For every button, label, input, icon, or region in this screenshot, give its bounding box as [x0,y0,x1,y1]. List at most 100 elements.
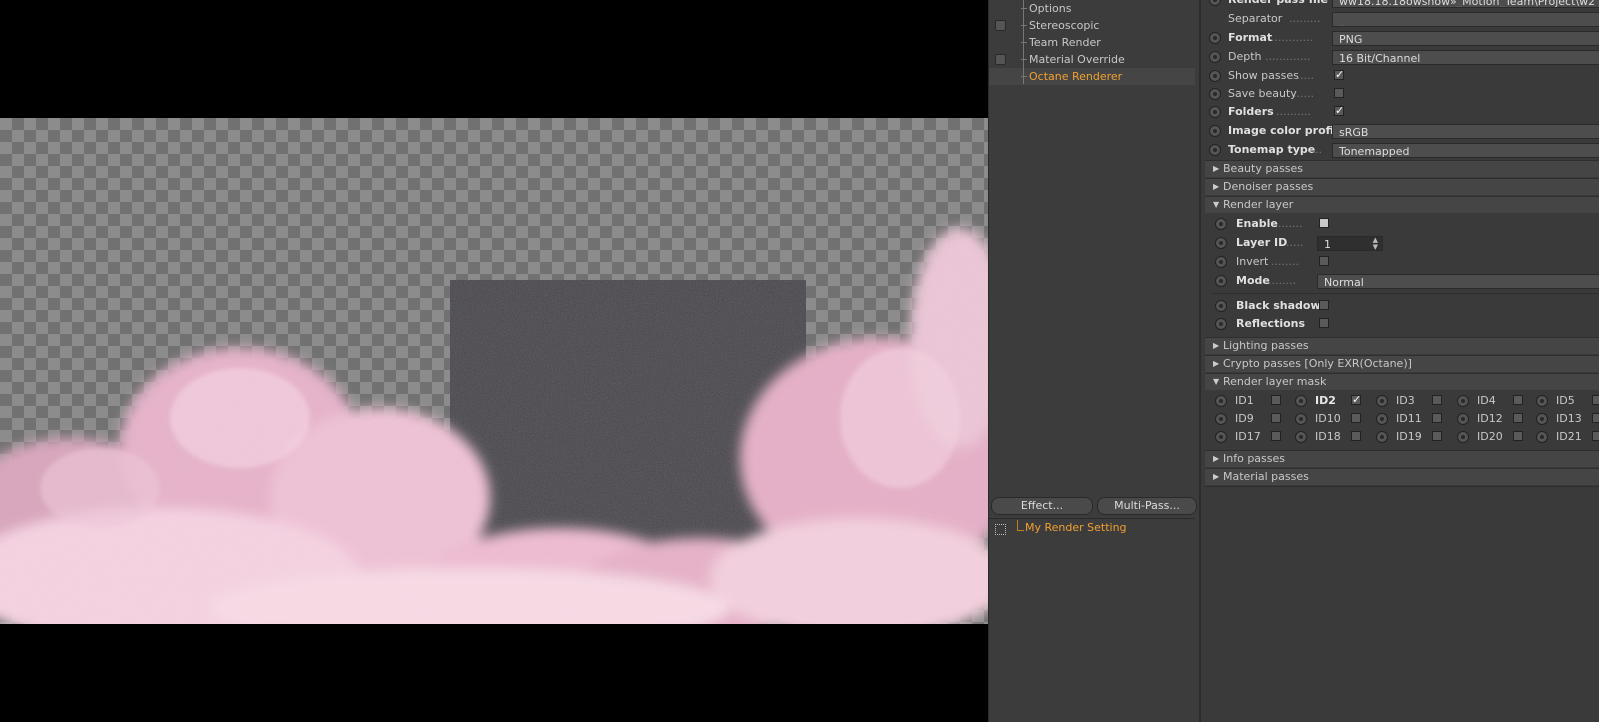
keyframe-radio[interactable] [1536,431,1548,443]
section-title: Material passes [1223,470,1309,483]
render-settings-tree-panel: Options Stereoscopic Team Render Materia… [988,0,1199,722]
mask-id-checkbox[interactable] [1592,413,1599,423]
format-select[interactable]: PNG [1332,31,1599,46]
tree-item-checkbox[interactable] [995,20,1006,31]
enable-label: Enable [1236,217,1278,230]
mask-id-checkbox[interactable] [1592,395,1599,405]
mask-id-checkbox[interactable] [1513,431,1523,441]
keyframe-radio[interactable] [1457,431,1469,443]
keyframe-radio[interactable] [1536,413,1548,425]
keyframe-radio[interactable] [1209,144,1221,156]
mask-id-checkbox[interactable] [1592,431,1599,441]
folders-checkbox[interactable]: ✓ [1334,105,1344,116]
mask-id-checkbox[interactable] [1351,413,1361,423]
divider [1211,293,1599,294]
enable-checkbox[interactable] [1319,218,1329,228]
expand-triangle-icon: ▶ [1213,359,1220,368]
section-crypto-passes[interactable]: ▶ Crypto passes [Only EXR(Octane)] [1205,355,1599,372]
tree-item-material-override[interactable]: Material Override [989,51,1195,68]
render-viewport[interactable] [0,0,988,722]
divider [1205,486,1599,487]
section-beauty-passes[interactable]: ▶ Beauty passes [1205,160,1599,177]
tonemap-type-select[interactable]: Tonemapped [1332,143,1599,158]
keyframe-radio[interactable] [1376,431,1388,443]
section-title: Lighting passes [1223,339,1309,352]
layer-id-input[interactable]: 1 ▲ ▼ [1317,236,1383,251]
image-color-profile-select[interactable]: sRGB [1332,124,1599,139]
section-info-passes[interactable]: ▶ Info passes [1205,450,1599,467]
separator-input[interactable]: _ [1332,12,1599,27]
mask-id-checkbox[interactable] [1513,395,1523,405]
save-beauty-checkbox[interactable] [1334,88,1344,98]
black-shadows-checkbox[interactable] [1319,300,1329,310]
section-denoiser-passes[interactable]: ▶ Denoiser passes [1205,178,1599,195]
keyframe-radio[interactable] [1209,0,1221,6]
tree-item-options[interactable]: Options [989,0,1195,17]
keyframe-radio[interactable] [1295,431,1307,443]
keyframe-radio[interactable] [1215,218,1227,230]
render-pass-file-input[interactable]: ww18.18.18owshow»_Motion_Team\Project\w2 [1332,0,1599,8]
mask-id-label: ID3 [1396,394,1415,407]
render-pass-file-row: Render pass file ww18.18.18owshow»_Motio… [1201,0,1599,9]
reflections-row: Reflections [1201,315,1599,333]
keyframe-radio[interactable] [1215,413,1227,425]
effect-button[interactable]: Effect... [991,497,1093,515]
multi-pass-button[interactable]: Multi-Pass... [1097,497,1197,515]
keyframe-radio[interactable] [1457,395,1469,407]
mask-id-checkbox[interactable] [1271,413,1281,423]
keyframe-radio[interactable] [1209,125,1221,137]
keyframe-radio[interactable] [1209,106,1221,118]
section-render-layer[interactable]: ▼ Render layer [1205,196,1599,213]
mask-id-checkbox[interactable] [1432,431,1442,441]
mask-id-checkbox[interactable] [1432,413,1442,423]
keyframe-radio[interactable] [1215,256,1227,268]
keyframe-radio[interactable] [1215,318,1227,330]
section-title: Render layer [1223,198,1294,211]
mask-id-checkbox[interactable] [1271,431,1281,441]
keyframe-radio[interactable] [1215,237,1227,249]
keyframe-radio[interactable] [1209,32,1221,44]
reflections-checkbox[interactable] [1319,318,1329,328]
mode-select[interactable]: Normal [1317,274,1599,289]
tree-connector-icon [1017,520,1024,531]
keyframe-radio[interactable] [1457,413,1469,425]
invert-checkbox[interactable] [1319,256,1329,266]
keyframe-radio[interactable] [1215,395,1227,407]
mask-id-checkbox[interactable] [1513,413,1523,423]
expand-triangle-icon: ▶ [1213,454,1220,463]
keyframe-radio[interactable] [1209,51,1221,63]
mask-id-checkbox[interactable] [1271,395,1281,405]
render-setting-item[interactable]: My Render Setting [1025,521,1127,534]
section-render-layer-mask[interactable]: ▼ Render layer mask [1205,373,1599,390]
mask-id-label: ID18 [1315,430,1341,443]
image-color-profile-row: Image color profile sRGB [1201,122,1599,140]
keyframe-radio[interactable] [1215,431,1227,443]
tree-item-octane-renderer[interactable]: Octane Renderer [989,68,1195,85]
tree-item-checkbox[interactable] [995,54,1006,65]
keyframe-radio[interactable] [1209,70,1221,82]
format-label: Format [1228,31,1273,44]
keyframe-radio[interactable] [1215,300,1227,312]
keyframe-radio[interactable] [1376,413,1388,425]
section-lighting-passes[interactable]: ▶ Lighting passes [1205,337,1599,354]
keyframe-radio[interactable] [1376,395,1388,407]
show-passes-checkbox[interactable]: ✓ [1334,69,1344,80]
tree-item-team-render[interactable]: Team Render [989,34,1195,51]
depth-select[interactable]: 16 Bit/Channel [1332,50,1599,65]
mask-id-checkbox[interactable] [1432,395,1442,405]
keyframe-radio[interactable] [1536,395,1548,407]
keyframe-radio[interactable] [1295,413,1307,425]
keyframe-radio[interactable] [1295,395,1307,407]
separator-label: Separator [1228,12,1283,25]
section-material-passes[interactable]: ▶ Material passes [1205,468,1599,485]
spinner-arrows-icon[interactable]: ▲ ▼ [1373,237,1378,250]
keyframe-radio[interactable] [1215,275,1227,287]
keyframe-radio[interactable] [1209,88,1221,100]
invert-label: Invert [1236,255,1269,268]
mask-id-checkbox[interactable] [1351,431,1361,441]
tree-item-stereoscopic[interactable]: Stereoscopic [989,17,1195,34]
mask-id-label: ID19 [1396,430,1422,443]
expand-icon[interactable] [995,524,1006,535]
mask-id-checkbox[interactable]: ✓ [1351,394,1361,405]
layer-id-value: 1 [1324,238,1331,251]
